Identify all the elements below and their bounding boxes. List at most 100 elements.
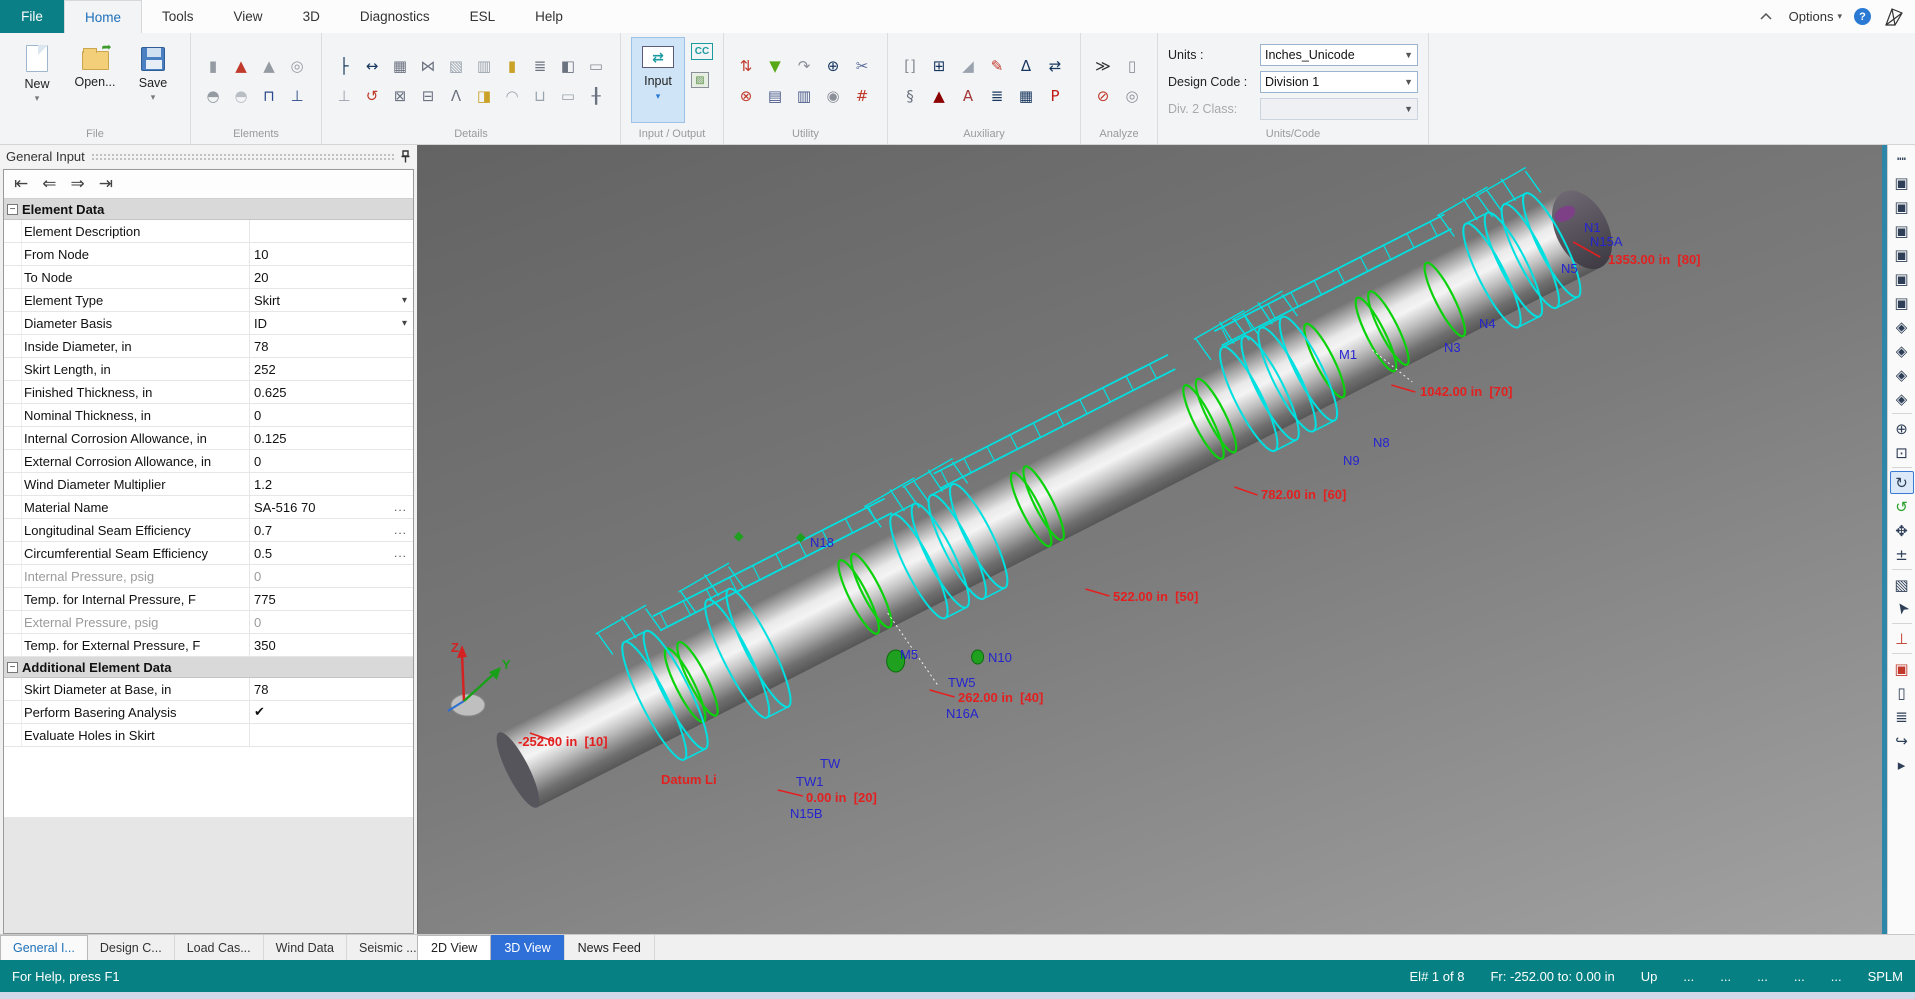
row-value-skirt-diameter-at-base-in[interactable]: 78 xyxy=(250,678,413,700)
view-iso-1-icon[interactable]: ◈ xyxy=(1890,315,1914,338)
panel-tab-load-cas[interactable]: Load Cas... xyxy=(175,935,264,960)
view-front-icon[interactable]: ▣ xyxy=(1890,171,1914,194)
row-value-internal-corrosion-allowance-in[interactable]: 0.125 xyxy=(250,427,413,449)
menu-tab-help[interactable]: Help xyxy=(515,0,583,33)
renumber-icon[interactable]: ⇅ xyxy=(734,55,758,77)
row-value-external-pressure-psig[interactable]: 0 xyxy=(250,611,413,633)
packing-icon[interactable]: ▭ xyxy=(556,85,580,107)
pdf-export-icon[interactable]: P xyxy=(1043,85,1067,107)
highlight-element-icon[interactable]: ▣ xyxy=(1890,657,1914,680)
scroll-icon[interactable]: § xyxy=(898,85,922,107)
error-check-icon[interactable]: ⊘ xyxy=(1091,85,1115,107)
open-button[interactable]: Open... xyxy=(68,39,122,123)
cone-element-icon[interactable]: ▲ xyxy=(257,55,281,77)
view-iso-3-icon[interactable]: ◈ xyxy=(1890,363,1914,386)
report-icon[interactable]: ▯ xyxy=(1120,55,1144,77)
orbit-view-icon[interactable]: ↺ xyxy=(1890,495,1914,518)
section-header-element-data[interactable]: −Element Data xyxy=(4,199,413,220)
view-iso-4-icon[interactable]: ◈ xyxy=(1890,387,1914,410)
row-value-skirt-length-in[interactable]: 252 xyxy=(250,358,413,380)
baffle-icon[interactable]: ◧ xyxy=(556,55,580,77)
view-bottom-icon[interactable]: ▣ xyxy=(1890,291,1914,314)
row-value-from-node[interactable]: 10 xyxy=(250,243,413,265)
flanged-head-icon[interactable]: ⊓ xyxy=(257,85,281,107)
weight-icon[interactable]: ▭ xyxy=(584,55,608,77)
menu-tab-esl[interactable]: ESL xyxy=(450,0,516,33)
file-menu-button[interactable]: File xyxy=(0,0,64,33)
printer-icon[interactable]: ⊞ xyxy=(927,55,951,77)
collapse-section-icon[interactable]: − xyxy=(7,204,18,215)
pick-icon[interactable]: ✎ xyxy=(985,55,1009,77)
row-value-element-description[interactable] xyxy=(250,220,413,242)
dimension-marks-icon[interactable]: # xyxy=(850,85,874,107)
units-combobox[interactable]: Inches_Unicode ▼ xyxy=(1260,44,1418,66)
view-top-icon[interactable]: ▣ xyxy=(1890,267,1914,290)
input-button[interactable]: ⇄ Input ▾ xyxy=(631,37,685,123)
tower-ruler-icon[interactable]: Δ xyxy=(1014,55,1038,77)
tower-detail-icon[interactable]: Λ xyxy=(444,85,468,107)
menu-tab-3d[interactable]: 3D xyxy=(283,0,340,33)
unit-convert-icon[interactable]: ⇄ xyxy=(1043,55,1067,77)
nozzle-icon[interactable]: ├ xyxy=(332,55,356,77)
insulation-icon[interactable]: ◨ xyxy=(472,85,496,107)
filter-icon[interactable]: ▼ xyxy=(763,55,787,77)
lining-icon[interactable]: ▮ xyxy=(500,55,524,77)
menu-tab-home[interactable]: Home xyxy=(64,0,142,33)
panel-tab-wind-data[interactable]: Wind Data xyxy=(264,935,347,960)
zoom-dynamic-icon[interactable]: ± xyxy=(1890,543,1914,566)
row-value-finished-thickness-in[interactable]: 0.625 xyxy=(250,381,413,403)
calculator-icon[interactable]: ▦ xyxy=(1014,85,1038,107)
last-element-button[interactable]: ⇥ xyxy=(99,176,113,193)
row-value-diameter-basis[interactable]: ID▾ xyxy=(250,312,413,334)
row-value-to-node[interactable]: 20 xyxy=(250,266,413,288)
preview-report-icon[interactable]: ◎ xyxy=(1120,85,1144,107)
sphere-check-icon[interactable]: ◉ xyxy=(821,85,845,107)
list-icon[interactable]: ≣ xyxy=(985,85,1009,107)
row-value-inside-diameter-in[interactable]: 78 xyxy=(250,335,413,357)
ellipsis-button[interactable]: ... xyxy=(394,546,409,560)
clip-icon[interactable]: ⊠ xyxy=(388,85,412,107)
brackets-icon[interactable]: [] xyxy=(898,55,922,77)
select-pointer-icon[interactable]: ➤ xyxy=(1887,592,1915,625)
row-value-wind-diameter-multiplier[interactable]: 1.2 xyxy=(250,473,413,495)
column-section-icon[interactable]: ▥ xyxy=(792,85,816,107)
row-value-external-corrosion-allowance-in[interactable]: 0 xyxy=(250,450,413,472)
shell-courses-icon[interactable]: ▤ xyxy=(763,85,787,107)
row-value-perform-basering-analysis[interactable]: ✔ xyxy=(250,701,413,723)
cc-output-button[interactable]: CC xyxy=(691,43,713,60)
zoom-20-icon[interactable]: ⊕ xyxy=(821,55,845,77)
save-button[interactable]: Save▾ xyxy=(126,39,180,123)
view-iso-2-icon[interactable]: ◈ xyxy=(1890,339,1914,362)
row-value-element-type[interactable]: Skirt▾ xyxy=(250,289,413,311)
zoom-extents-icon[interactable]: ⊕ xyxy=(1890,417,1914,440)
model-3d-viewport[interactable]: N1N15AN5N4N3M1N8N9N18M5N10TW5N16ATWTW1N1… xyxy=(417,145,1882,934)
pan-view-icon[interactable]: ✥ xyxy=(1890,519,1914,542)
cylinder-element-icon[interactable]: ▮ xyxy=(201,55,225,77)
hemispherical-head-icon[interactable]: ◓ xyxy=(229,85,253,107)
ring-detail-icon[interactable]: ⊟ xyxy=(416,85,440,107)
body-flange-icon[interactable]: ╂ xyxy=(584,85,608,107)
row-value-internal-pressure-psig[interactable]: 0 xyxy=(250,565,413,587)
pin-icon[interactable] xyxy=(400,150,411,164)
menu-tab-tools[interactable]: Tools xyxy=(142,0,214,33)
ellipsis-button[interactable]: ... xyxy=(394,500,409,514)
tray-icon[interactable]: ≣ xyxy=(528,55,552,77)
view-tab-news-feed[interactable]: News Feed xyxy=(565,935,655,960)
leg-support-icon[interactable]: ▧ xyxy=(444,55,468,77)
liquid-level-icon[interactable]: ▲ xyxy=(229,55,253,77)
skirt-support-icon[interactable]: ⊥ xyxy=(285,85,309,107)
orbit-undo-icon[interactable]: ↪ xyxy=(1890,729,1914,752)
row-value-temp-for-external-pressure-f[interactable]: 350 xyxy=(250,634,413,656)
cad-export-icon[interactable]: ▲ xyxy=(927,85,951,107)
ellipsis-button[interactable]: ... xyxy=(394,523,409,537)
panel-tab-design-c[interactable]: Design C... xyxy=(88,935,175,960)
image-output-button[interactable]: ▨ xyxy=(691,72,709,88)
menu-tab-view[interactable]: View xyxy=(214,0,283,33)
elliptical-head-icon[interactable]: ◓ xyxy=(201,85,225,107)
row-value-circumferential-seam-efficiency[interactable]: 0.5... xyxy=(250,542,413,564)
stiffening-ring-icon[interactable]: ▦ xyxy=(388,55,412,77)
toolbar-grip[interactable]: ┉ xyxy=(1890,147,1914,170)
more-tools-icon[interactable]: ▸ xyxy=(1890,753,1914,776)
rotate-view-icon[interactable]: ↻ xyxy=(1890,471,1914,494)
view-left-icon[interactable]: ▣ xyxy=(1890,219,1914,242)
